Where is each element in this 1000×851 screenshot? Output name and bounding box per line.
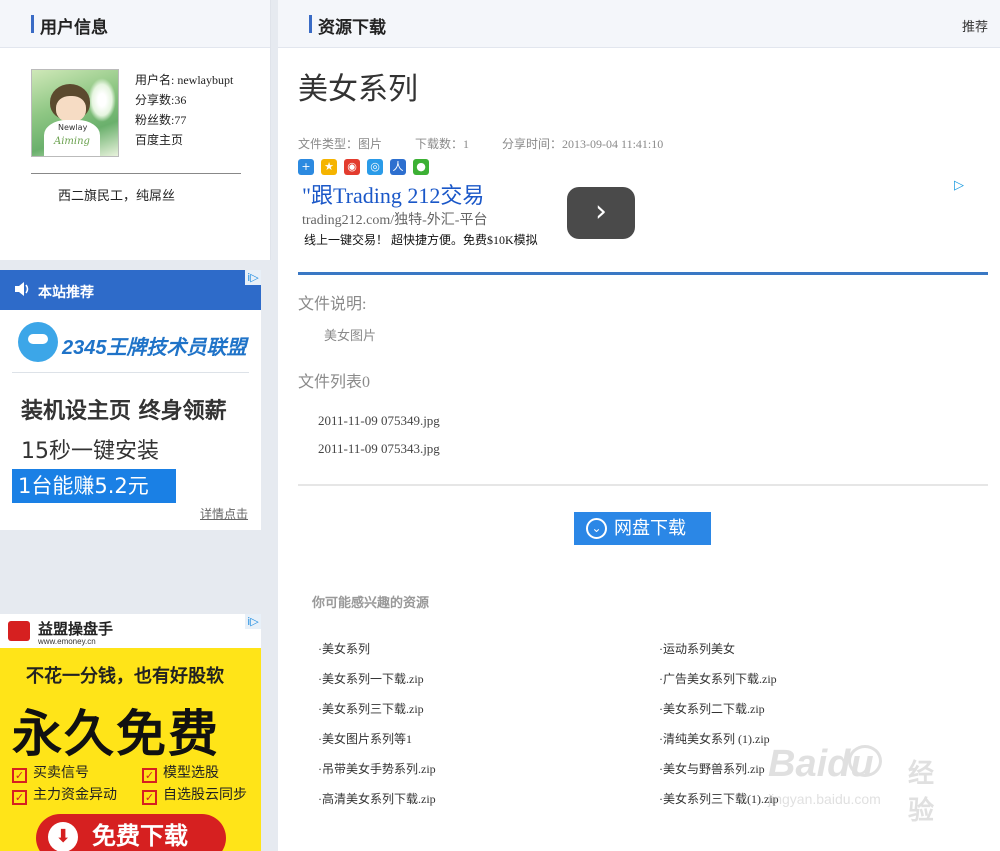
check-icon: ✓ [142, 790, 157, 805]
header-accent-bar [31, 15, 34, 33]
share-bar: + ★ ◉ ◎ 人 ● [298, 157, 436, 175]
ad-choices-icon[interactable]: ▷ [954, 178, 964, 193]
trading-ad-desc: 线上一键交易！ 超快捷方便。免费$10K模拟 [304, 233, 538, 247]
trading-ad-title[interactable]: "跟Trading 212交易 [302, 178, 484, 210]
related-link[interactable]: ·清纯美女系列 (1).zip [659, 730, 770, 747]
related-link[interactable]: ·美女系列 [318, 640, 370, 657]
check-icon: ✓ [12, 768, 27, 783]
ad-2345-brand: 2345王牌技术员联盟 [62, 337, 247, 359]
resource-download-header: 资源下载 推荐 [278, 0, 1000, 48]
header-accent-bar [309, 15, 312, 33]
ad-2345-line2: 15秒一键安装 [21, 439, 159, 464]
user-bio: 西二旗民工，纯屌丝 [58, 188, 176, 203]
fan-count: 粉丝数:77 [135, 113, 187, 127]
page-title: 美女系列 [298, 72, 418, 107]
file-desc: 美女图片 [324, 328, 377, 343]
related-link[interactable]: ·吊带美女手势系列.zip [318, 760, 436, 777]
ad-feature: ✓ 买卖信号 [12, 762, 89, 783]
weibo-icon[interactable]: ◉ [344, 159, 360, 175]
ad-feature: ✓ 主力资金异动 [12, 784, 117, 805]
check-icon: ✓ [12, 790, 27, 805]
speaker-icon [14, 282, 30, 299]
ad-2345-line1: 装机设主页 终身领薪 [21, 399, 227, 424]
baidu-jingyan-watermark: Baidu 经验 jingyan.baidu.com [768, 743, 934, 826]
ad-details-link[interactable]: 详情点击 [200, 505, 248, 522]
related-link[interactable]: ·广告美女系列下载.zip [659, 670, 777, 687]
ad-emoney-headline: 永久免费 [12, 705, 220, 763]
check-icon: ✓ [142, 768, 157, 783]
related-link[interactable]: ·运动系列美女 [659, 640, 735, 657]
watermark-url: jingyan.baidu.com [768, 791, 881, 807]
file-item: 2011-11-09 075343.jpg [318, 441, 440, 456]
related-link[interactable]: ·美女图片系列等1 [318, 730, 412, 747]
ad-2345-banner[interactable]: 本站推荐 i▷ 2345王牌技术员联盟 装机设主页 终身领薪 15秒一键安装 1… [0, 270, 261, 530]
avatar-face-shape [56, 96, 86, 122]
main-content: 资源下载 推荐 美女系列 文件类型：图片 下载数：1 分享时间：2013-09-… [278, 0, 1000, 851]
renren-icon[interactable]: 人 [390, 159, 406, 175]
free-download-label: 免费下载 [92, 822, 188, 850]
related-link[interactable]: ·美女系列三下载(1).zip [659, 790, 779, 807]
related-link[interactable]: ·美女系列二下载.zip [659, 700, 765, 717]
share-time: 分享时间：2013-09-04 11:41:10 [502, 137, 664, 151]
related-link[interactable]: ·美女系列一下载.zip [318, 670, 424, 687]
user-info-title: 用户信息 [40, 18, 108, 37]
baidu-homepage-link[interactable]: 百度主页 [135, 130, 233, 150]
user-details: 用户名: newlaybupt 分享数:36 粉丝数:77 百度主页 [135, 70, 233, 150]
share-count: 分享数:36 [135, 93, 187, 107]
netdisk-download-label: 网盘下载 [614, 518, 686, 539]
user-divider [31, 173, 241, 174]
ad-emoney-url: www.emoney.cn [38, 637, 96, 646]
related-link[interactable]: ·高清美女系列下载.zip [318, 790, 436, 807]
ad-emoney-banner[interactable]: 益盟操盘手 www.emoney.cn i▷ 不花一分钱，也有好股软 永久免费 … [0, 614, 261, 851]
related-link[interactable]: ·美女与野兽系列.zip [659, 760, 765, 777]
avatar-text-bottom: Aiming [54, 136, 90, 147]
ad-info-icon[interactable]: i▷ [245, 614, 261, 629]
ad-emoney-topbar: 益盟操盘手 www.emoney.cn [0, 614, 261, 648]
section-divider [298, 484, 988, 486]
user-info-panel: 用户信息 Newlay Aiming 用户名: newlaybupt 分享数:3… [0, 0, 271, 260]
trading-ad-url[interactable]: trading212.com/独特-外汇-平台 [302, 209, 487, 229]
netdisk-download-button[interactable]: ⌄ 网盘下载 [574, 512, 711, 545]
wechat-icon[interactable]: ● [413, 159, 429, 175]
tencent-weibo-icon[interactable]: ◎ [367, 159, 383, 175]
ad-next-arrow-icon[interactable]: › [567, 187, 635, 239]
file-type: 文件类型：图片 [298, 137, 383, 151]
avatar-flower-shape [88, 78, 116, 122]
watermark-suffix: 经验 [908, 759, 935, 826]
file-desc-label: 文件说明: [298, 296, 367, 313]
free-download-button[interactable]: ⬇ 免费下载 [36, 814, 226, 851]
ad-emoney-slogan: 不花一分钱，也有好股软 [26, 666, 224, 687]
resource-download-title: 资源下载 [318, 18, 386, 37]
ad-info-icon[interactable]: i▷ [245, 270, 261, 285]
username: 用户名: newlaybupt [135, 73, 234, 87]
baidu-paw-icon [848, 745, 882, 777]
emoney-logo-icon [8, 621, 30, 641]
user-info-header: 用户信息 [0, 0, 270, 48]
mascot-icon [18, 322, 58, 362]
ad-feature: ✓ 模型选股 [142, 762, 219, 783]
site-recommend-title: 本站推荐 [38, 284, 94, 300]
qzone-icon[interactable]: ★ [321, 159, 337, 175]
download-arrow-icon: ⬇ [48, 822, 78, 851]
site-recommend-header: 本站推荐 [0, 270, 261, 310]
file-item: 2011-11-09 075349.jpg [318, 413, 440, 428]
related-link[interactable]: ·美女系列三下载.zip [318, 700, 424, 717]
share-more-icon[interactable]: + [298, 159, 314, 175]
download-count: 下载数：1 [415, 137, 470, 151]
avatar[interactable]: Newlay Aiming [31, 69, 119, 157]
file-list-label: 文件列表0 [298, 374, 371, 391]
section-divider [298, 272, 988, 275]
ad-emoney-brand: 益盟操盘手 [38, 620, 114, 638]
avatar-text-top: Newlay [58, 123, 88, 132]
left-sidebar: 用户信息 Newlay Aiming 用户名: newlaybupt 分享数:3… [0, 0, 271, 851]
file-meta: 文件类型：图片 下载数：1 分享时间：2013-09-04 11:41:10 [298, 135, 693, 152]
recommend-link[interactable]: 推荐 [962, 16, 988, 35]
ad-feature: ✓ 自选股云同步 [142, 784, 247, 805]
ad-divider [12, 372, 249, 373]
related-title: 你可能感兴趣的资源 [312, 595, 430, 610]
ad-2345-line3: 1台能赚5.2元 [12, 469, 176, 503]
chevron-down-icon: ⌄ [586, 518, 607, 539]
